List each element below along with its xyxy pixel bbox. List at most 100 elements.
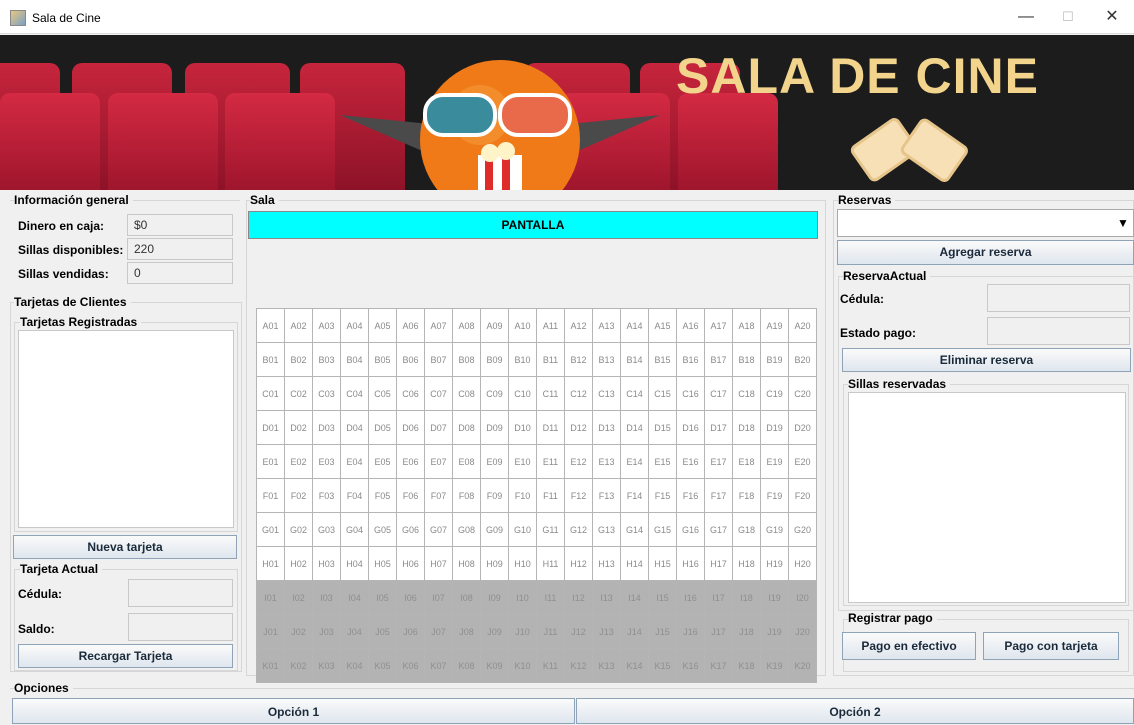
seat-c01[interactable]: C01	[257, 377, 285, 411]
seat-e02[interactable]: E02	[285, 445, 313, 479]
seat-k15[interactable]: K15	[649, 649, 677, 683]
seat-h09[interactable]: H09	[481, 547, 509, 581]
seat-c20[interactable]: C20	[789, 377, 817, 411]
seat-g10[interactable]: G10	[509, 513, 537, 547]
delete-reservation-button[interactable]: Eliminar reserva	[842, 348, 1131, 372]
seat-j05[interactable]: J05	[369, 615, 397, 649]
minimize-button[interactable]: —	[1006, 4, 1046, 30]
seat-g13[interactable]: G13	[593, 513, 621, 547]
option-2-button[interactable]: Opción 2	[576, 698, 1134, 724]
seat-f17[interactable]: F17	[705, 479, 733, 513]
seat-d05[interactable]: D05	[369, 411, 397, 445]
seat-f09[interactable]: F09	[481, 479, 509, 513]
seat-d12[interactable]: D12	[565, 411, 593, 445]
seat-j01[interactable]: J01	[257, 615, 285, 649]
close-button[interactable]: ✕	[1092, 4, 1132, 30]
seat-i19[interactable]: I19	[761, 581, 789, 615]
seat-i11[interactable]: I11	[537, 581, 565, 615]
dropdown-arrow-icon[interactable]: ▼	[1117, 216, 1129, 230]
seat-i16[interactable]: I16	[677, 581, 705, 615]
seat-f02[interactable]: F02	[285, 479, 313, 513]
seat-a01[interactable]: A01	[257, 309, 285, 343]
seat-f06[interactable]: F06	[397, 479, 425, 513]
seat-j13[interactable]: J13	[593, 615, 621, 649]
seat-d16[interactable]: D16	[677, 411, 705, 445]
seat-e19[interactable]: E19	[761, 445, 789, 479]
seat-j06[interactable]: J06	[397, 615, 425, 649]
seat-i08[interactable]: I08	[453, 581, 481, 615]
seat-k14[interactable]: K14	[621, 649, 649, 683]
seat-b15[interactable]: B15	[649, 343, 677, 377]
seat-b06[interactable]: B06	[397, 343, 425, 377]
seat-i04[interactable]: I04	[341, 581, 369, 615]
seat-e09[interactable]: E09	[481, 445, 509, 479]
recharge-card-button[interactable]: Recargar Tarjeta	[18, 644, 233, 668]
seat-h10[interactable]: H10	[509, 547, 537, 581]
seat-e18[interactable]: E18	[733, 445, 761, 479]
seat-e20[interactable]: E20	[789, 445, 817, 479]
seat-d08[interactable]: D08	[453, 411, 481, 445]
seat-f15[interactable]: F15	[649, 479, 677, 513]
seat-k04[interactable]: K04	[341, 649, 369, 683]
seat-e04[interactable]: E04	[341, 445, 369, 479]
seat-d19[interactable]: D19	[761, 411, 789, 445]
seat-c05[interactable]: C05	[369, 377, 397, 411]
seat-d03[interactable]: D03	[313, 411, 341, 445]
seat-d14[interactable]: D14	[621, 411, 649, 445]
seat-j18[interactable]: J18	[733, 615, 761, 649]
seat-d15[interactable]: D15	[649, 411, 677, 445]
seat-j16[interactable]: J16	[677, 615, 705, 649]
seat-d06[interactable]: D06	[397, 411, 425, 445]
seat-f04[interactable]: F04	[341, 479, 369, 513]
seat-i07[interactable]: I07	[425, 581, 453, 615]
seat-i09[interactable]: I09	[481, 581, 509, 615]
seat-d17[interactable]: D17	[705, 411, 733, 445]
seat-h14[interactable]: H14	[621, 547, 649, 581]
seat-j07[interactable]: J07	[425, 615, 453, 649]
seat-k11[interactable]: K11	[537, 649, 565, 683]
seat-c11[interactable]: C11	[537, 377, 565, 411]
seat-f19[interactable]: F19	[761, 479, 789, 513]
seat-c15[interactable]: C15	[649, 377, 677, 411]
seat-f18[interactable]: F18	[733, 479, 761, 513]
seat-a18[interactable]: A18	[733, 309, 761, 343]
seat-d10[interactable]: D10	[509, 411, 537, 445]
seat-h13[interactable]: H13	[593, 547, 621, 581]
seat-f03[interactable]: F03	[313, 479, 341, 513]
seat-h17[interactable]: H17	[705, 547, 733, 581]
seat-e16[interactable]: E16	[677, 445, 705, 479]
seat-i12[interactable]: I12	[565, 581, 593, 615]
seat-j15[interactable]: J15	[649, 615, 677, 649]
seat-f20[interactable]: F20	[789, 479, 817, 513]
seat-k10[interactable]: K10	[509, 649, 537, 683]
seat-h15[interactable]: H15	[649, 547, 677, 581]
seat-j03[interactable]: J03	[313, 615, 341, 649]
seat-a16[interactable]: A16	[677, 309, 705, 343]
seat-e03[interactable]: E03	[313, 445, 341, 479]
seat-i18[interactable]: I18	[733, 581, 761, 615]
seat-b01[interactable]: B01	[257, 343, 285, 377]
seat-e07[interactable]: E07	[425, 445, 453, 479]
seat-a03[interactable]: A03	[313, 309, 341, 343]
seat-g06[interactable]: G06	[397, 513, 425, 547]
seat-a20[interactable]: A20	[789, 309, 817, 343]
seat-f10[interactable]: F10	[509, 479, 537, 513]
new-card-button[interactable]: Nueva tarjeta	[13, 535, 237, 559]
seat-j10[interactable]: J10	[509, 615, 537, 649]
seat-f08[interactable]: F08	[453, 479, 481, 513]
seat-j08[interactable]: J08	[453, 615, 481, 649]
seat-k06[interactable]: K06	[397, 649, 425, 683]
seat-g02[interactable]: G02	[285, 513, 313, 547]
seat-f14[interactable]: F14	[621, 479, 649, 513]
seat-k07[interactable]: K07	[425, 649, 453, 683]
seat-c17[interactable]: C17	[705, 377, 733, 411]
seat-d13[interactable]: D13	[593, 411, 621, 445]
seat-f13[interactable]: F13	[593, 479, 621, 513]
seat-i03[interactable]: I03	[313, 581, 341, 615]
seat-k05[interactable]: K05	[369, 649, 397, 683]
seat-b18[interactable]: B18	[733, 343, 761, 377]
seat-g18[interactable]: G18	[733, 513, 761, 547]
seat-g20[interactable]: G20	[789, 513, 817, 547]
seat-e10[interactable]: E10	[509, 445, 537, 479]
seat-e12[interactable]: E12	[565, 445, 593, 479]
